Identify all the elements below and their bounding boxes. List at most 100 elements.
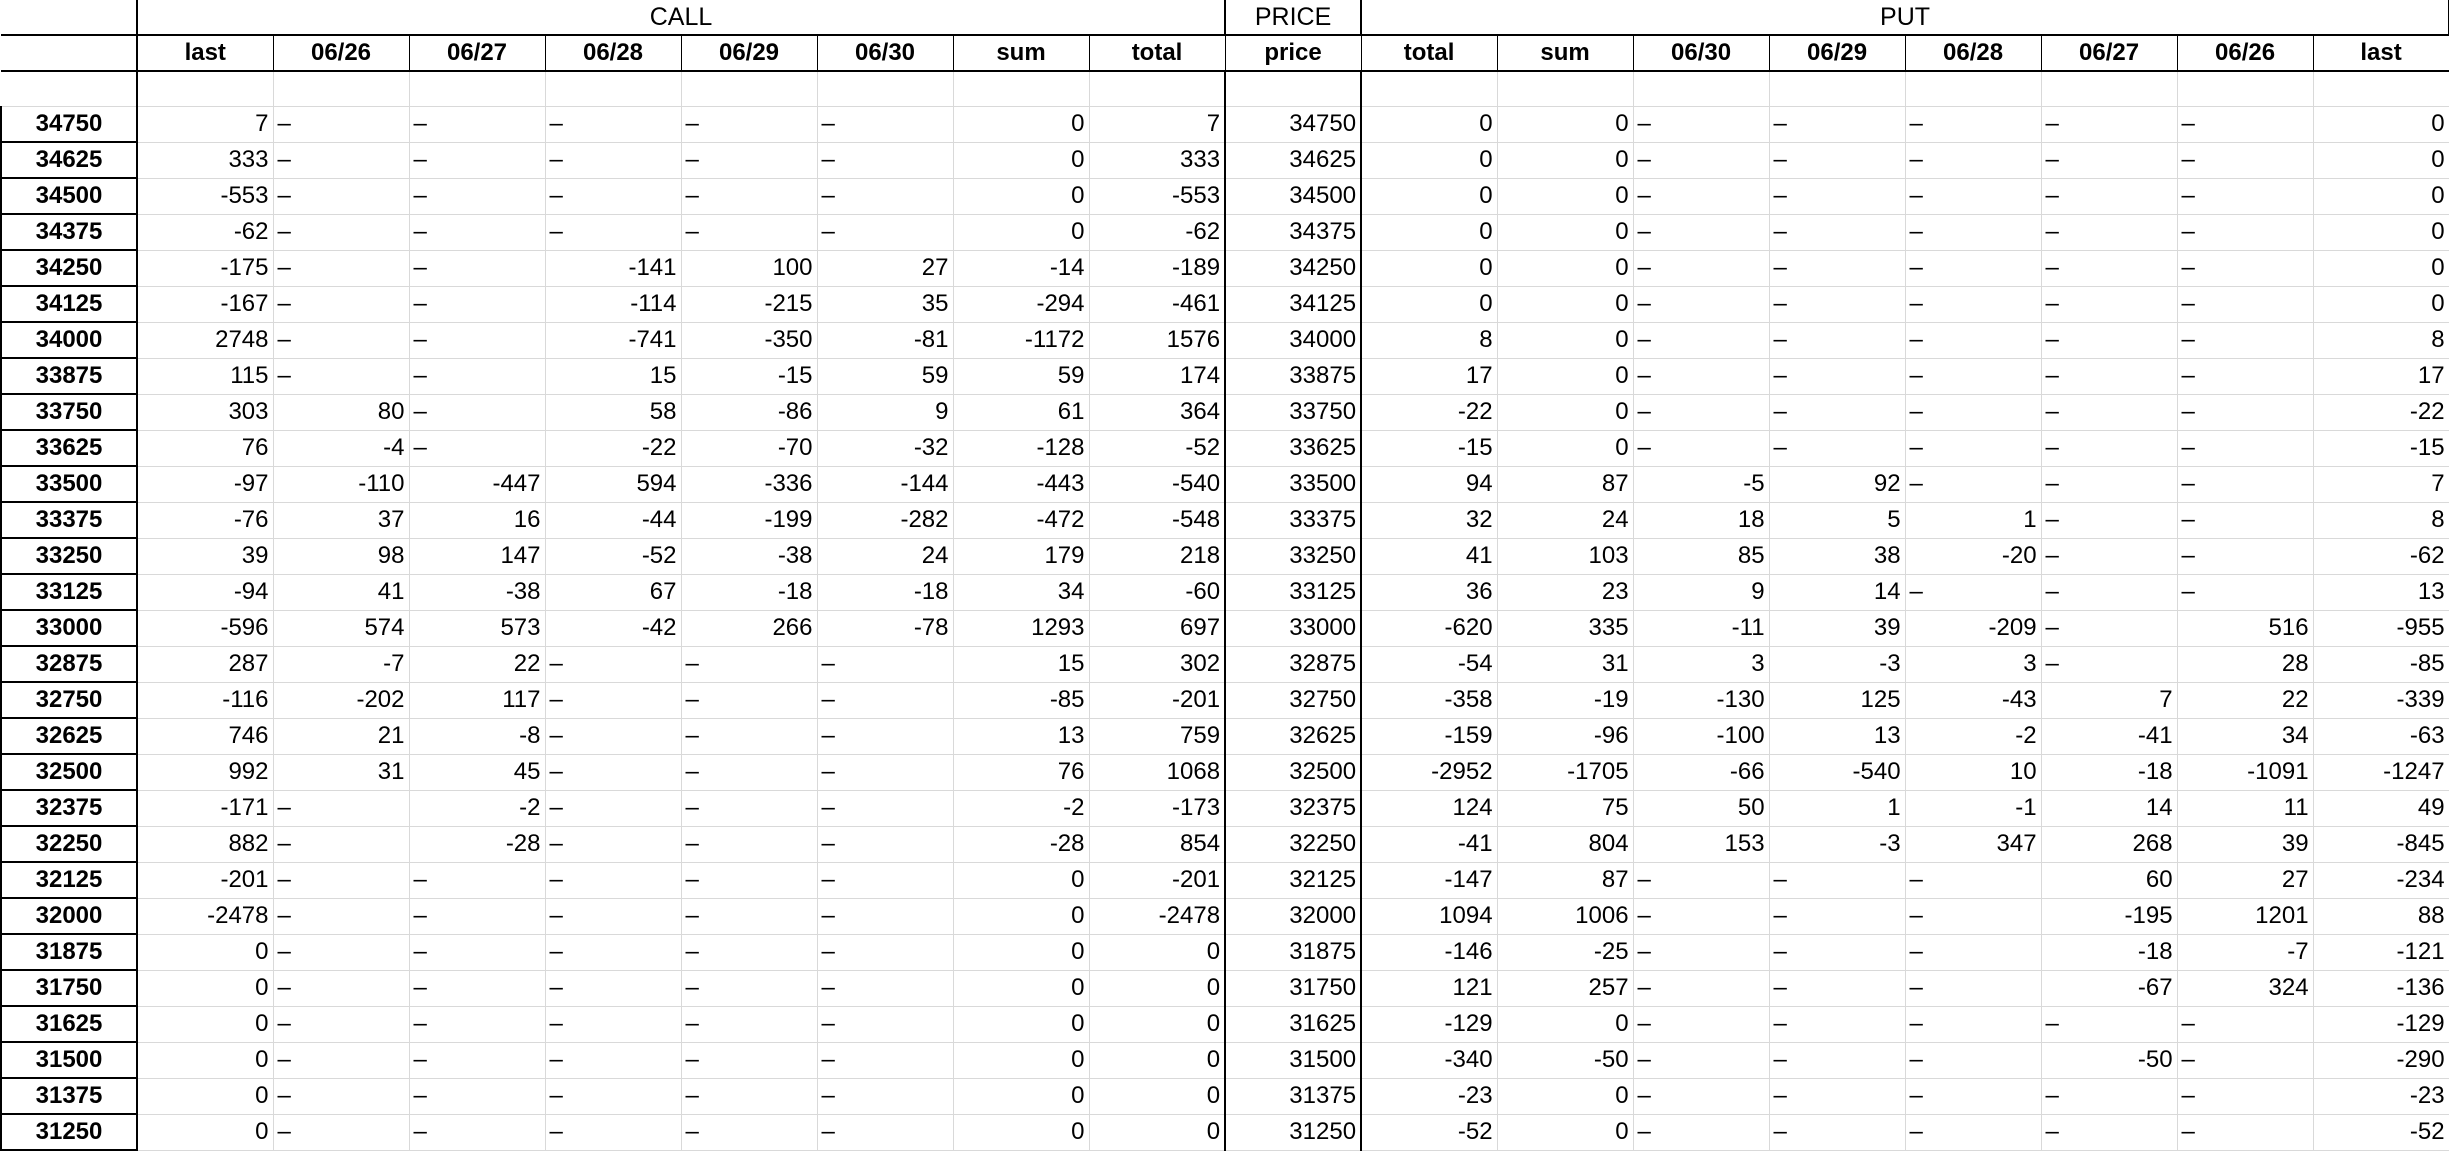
data-cell: – bbox=[545, 1078, 682, 1115]
data-cell: 18 bbox=[1633, 502, 1770, 539]
data-cell: 117 bbox=[409, 682, 546, 719]
data-cell: – bbox=[273, 358, 410, 395]
data-cell: – bbox=[817, 1114, 954, 1151]
column-header: 06/28 bbox=[545, 35, 682, 72]
data-cell: -41 bbox=[2041, 718, 2178, 755]
data-cell: – bbox=[817, 754, 954, 791]
data-cell: 50 bbox=[1633, 790, 1770, 827]
table-row: 34375 -62– – – – –0 -62 34375 0 0– – – – –0 bbox=[0, 214, 2449, 251]
data-cell: 287 bbox=[137, 646, 274, 683]
data-cell: -94 bbox=[137, 574, 274, 611]
data-cell: 0 bbox=[1089, 970, 1227, 1007]
data-cell: – bbox=[273, 934, 410, 971]
data-cell: 32250 bbox=[1225, 826, 1363, 863]
data-cell: 1 bbox=[1769, 790, 1906, 827]
data-cell: – bbox=[1769, 1042, 1906, 1079]
row-label: 33000 bbox=[0, 610, 138, 647]
data-cell: 22 bbox=[2177, 682, 2314, 719]
data-cell: – bbox=[409, 214, 546, 251]
data-cell: -144 bbox=[817, 466, 954, 503]
data-cell: 0 bbox=[953, 142, 1090, 179]
data-cell: 100 bbox=[681, 250, 818, 287]
data-cell: -340 bbox=[1361, 1042, 1498, 1079]
data-cell: -1705 bbox=[1497, 754, 1634, 791]
data-cell: -130 bbox=[1633, 682, 1770, 719]
data-cell: -1091 bbox=[2177, 754, 2314, 791]
data-cell: – bbox=[817, 142, 954, 179]
data-cell: – bbox=[681, 898, 818, 935]
data-cell: -114 bbox=[545, 286, 682, 323]
data-cell: -548 bbox=[1089, 502, 1227, 539]
data-cell: -358 bbox=[1361, 682, 1498, 719]
data-cell: -52 bbox=[1361, 1114, 1498, 1151]
table-row: 33500 -97 -110 -447 594 -336 -144 -443 -540 33500… bbox=[0, 466, 2449, 503]
data-cell: 1068 bbox=[1089, 754, 1227, 791]
data-cell: 7 bbox=[137, 106, 274, 143]
data-cell: -18 bbox=[2041, 934, 2178, 971]
data-cell: – bbox=[681, 682, 818, 719]
data-cell: – bbox=[545, 934, 682, 971]
data-cell: – bbox=[409, 1114, 546, 1151]
data-cell: – bbox=[2041, 466, 2178, 503]
data-cell: -18 bbox=[2041, 754, 2178, 791]
data-cell: -62 bbox=[2313, 538, 2449, 575]
table-row: 31750 0– – – – –0 0 31750 121 257– – – -67 324 -136 bbox=[0, 970, 2449, 1007]
data-cell: 8 bbox=[1361, 322, 1498, 359]
data-cell: – bbox=[817, 1042, 954, 1079]
data-cell: 0 bbox=[137, 970, 274, 1007]
column-header: total bbox=[1361, 35, 1498, 72]
data-cell: – bbox=[2041, 1078, 2178, 1115]
data-cell: -15 bbox=[1361, 430, 1498, 467]
data-cell: – bbox=[1905, 214, 2042, 251]
data-cell: – bbox=[1905, 358, 2042, 395]
row-label: 31750 bbox=[0, 970, 138, 1007]
row-label: 32375 bbox=[0, 790, 138, 827]
data-cell: – bbox=[817, 1006, 954, 1043]
table-row: 34000 2748– – -741 -350 -81 -1172 1576 34000 8 0– –… bbox=[0, 322, 2449, 359]
empty-cell bbox=[1225, 71, 1363, 107]
data-cell: 124 bbox=[1361, 790, 1498, 827]
data-cell: – bbox=[1633, 178, 1770, 215]
data-cell: -339 bbox=[2313, 682, 2449, 719]
data-cell: 94 bbox=[1361, 466, 1498, 503]
data-cell: 0 bbox=[953, 1042, 1090, 1079]
data-cell: -4 bbox=[273, 430, 410, 467]
data-cell: 31875 bbox=[1225, 934, 1363, 971]
data-cell: – bbox=[681, 214, 818, 251]
data-cell: 9 bbox=[817, 394, 954, 431]
data-cell: – bbox=[2041, 214, 2178, 251]
data-cell: 0 bbox=[1497, 430, 1634, 467]
data-cell: -116 bbox=[137, 682, 274, 719]
data-cell: – bbox=[545, 718, 682, 755]
data-cell: 0 bbox=[2313, 250, 2449, 287]
empty-cell bbox=[1361, 71, 1498, 107]
data-cell: -2478 bbox=[1089, 898, 1227, 935]
data-cell: 34 bbox=[2177, 718, 2314, 755]
data-cell: – bbox=[1633, 1114, 1770, 1151]
data-cell: – bbox=[817, 970, 954, 1007]
data-cell: – bbox=[1769, 862, 1906, 899]
data-cell: – bbox=[273, 862, 410, 899]
data-cell: -129 bbox=[2313, 1006, 2449, 1043]
data-cell: 0 bbox=[1497, 214, 1634, 251]
column-header: 06/26 bbox=[2177, 35, 2314, 72]
data-cell: 34750 bbox=[1225, 106, 1363, 143]
data-cell: 266 bbox=[681, 610, 818, 647]
data-cell: – bbox=[545, 106, 682, 143]
data-cell: -620 bbox=[1361, 610, 1498, 647]
data-cell: 45 bbox=[409, 754, 546, 791]
table-row: 34625 333– – – – –0 333 34625 0 0– – – – –0 bbox=[0, 142, 2449, 179]
data-cell: 0 bbox=[953, 898, 1090, 935]
data-cell: – bbox=[2041, 646, 2178, 683]
data-cell: – bbox=[409, 934, 546, 971]
table-row: 31250 0– – – – –0 0 31250 -52 0– – – – – -52 bbox=[0, 1114, 2449, 1151]
column-header bbox=[1, 35, 138, 72]
data-cell: – bbox=[2041, 286, 2178, 323]
table-row: 33875 115– –15 -15 59 59 174 33875 17 0– – – – –17 bbox=[0, 358, 2449, 395]
data-cell: -110 bbox=[273, 466, 410, 503]
data-cell: -78 bbox=[817, 610, 954, 647]
table-row: 32125 -201– – – – –0 -201 32125 -147 87– – –60 27 -23… bbox=[0, 862, 2449, 899]
data-cell: – bbox=[409, 430, 546, 467]
data-cell: – bbox=[1769, 250, 1906, 287]
data-cell: -52 bbox=[1089, 430, 1227, 467]
